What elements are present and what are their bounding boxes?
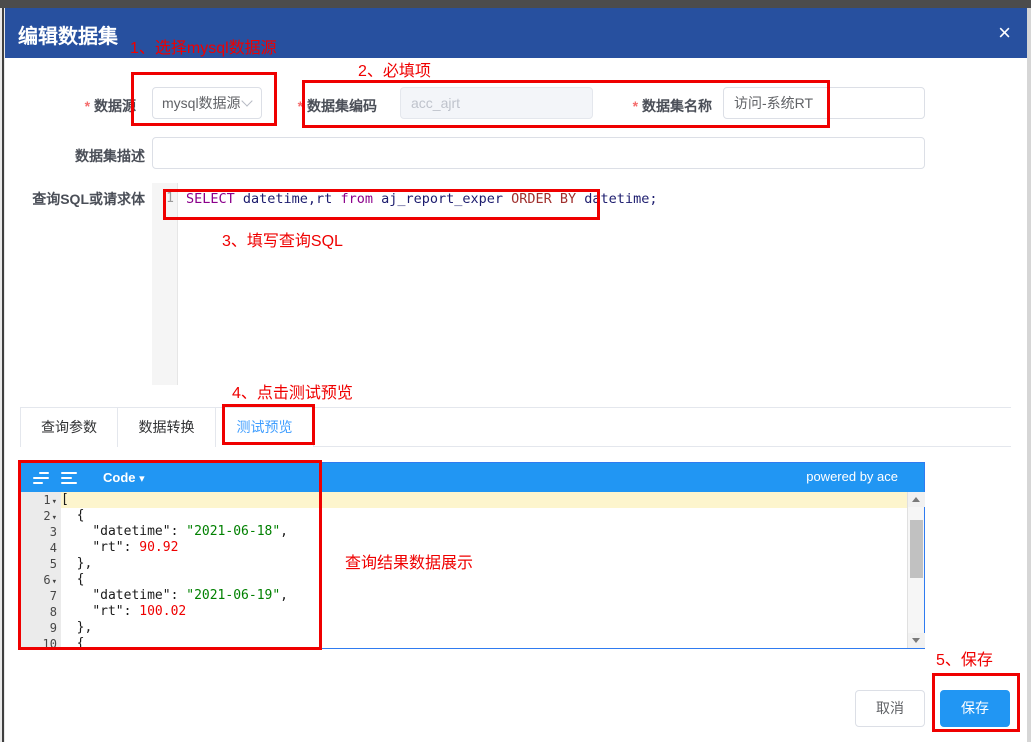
line-number: 7 <box>21 588 61 604</box>
sql-body-label: 查询SQL或请求体 <box>12 189 145 209</box>
json-editor-line[interactable]: 8 "rt": 100.02 <box>21 604 924 620</box>
sql-token: ORDER BY <box>511 191 576 207</box>
background-top-strip <box>0 0 1031 8</box>
annotation-step2: 2、必填项 <box>358 57 431 81</box>
background-left-sliver <box>0 8 5 742</box>
close-icon[interactable]: × <box>998 20 1011 46</box>
background-right-sliver <box>1027 8 1031 742</box>
line-content: "rt": 90.92 <box>61 540 924 556</box>
datasource-label: 数据源 <box>58 96 136 116</box>
sql-editor[interactable]: 1 SELECT datetime,rt from aj_report_expe… <box>152 183 925 385</box>
compact-json-icon[interactable] <box>33 470 49 486</box>
line-number: 10 <box>21 636 61 648</box>
json-editor-line[interactable]: 3 "datetime": "2021-06-18", <box>21 524 924 540</box>
line-number: 3 <box>21 524 61 540</box>
datasource-select[interactable]: mysql数据源 <box>152 87 262 119</box>
line-content: [ <box>61 492 924 508</box>
json-editor-line[interactable]: 1▾[ <box>21 492 924 508</box>
powered-by-ace-label: powered by ace <box>806 469 898 484</box>
scroll-down-icon[interactable] <box>908 633 925 648</box>
dataset-name-label: 数据集名称 <box>632 96 712 116</box>
line-content: "rt": 100.02 <box>61 604 924 620</box>
line-number: 2▾ <box>21 508 61 524</box>
annotation-step5: 5、保存 <box>936 646 993 670</box>
dataset-code-input[interactable] <box>400 87 593 119</box>
sql-code-line: SELECT datetime,rt from aj_report_exper … <box>186 191 657 207</box>
scrollbar-thumb[interactable] <box>910 520 923 578</box>
format-json-icon[interactable] <box>61 470 77 486</box>
json-editor-line[interactable]: 4 "rt": 90.92 <box>21 540 924 556</box>
dataset-description-input[interactable] <box>152 137 925 169</box>
sql-token: aj_report_exper <box>373 191 511 207</box>
caret-down-icon: ▾ <box>139 473 145 485</box>
sql-token: SELECT <box>186 191 235 207</box>
line-content: "datetime": "2021-06-19", <box>61 588 924 604</box>
sql-line-number: 1 <box>152 191 174 206</box>
chevron-down-icon <box>241 95 252 106</box>
json-editor-line[interactable]: 7 "datetime": "2021-06-19", <box>21 588 924 604</box>
result-json-editor: Code ▾ powered by ace 1▾[2▾ {3 "datetime… <box>20 462 925 649</box>
fold-arrow-icon[interactable]: ▾ <box>52 577 57 587</box>
datasource-select-value: mysql数据源 <box>153 93 243 113</box>
dataset-name-input[interactable] <box>723 87 925 119</box>
line-content: }, <box>61 556 924 572</box>
line-number: 8 <box>21 604 61 620</box>
fold-arrow-icon[interactable]: ▾ <box>52 497 57 507</box>
json-editor-body[interactable]: 1▾[2▾ {3 "datetime": "2021-06-18",4 "rt"… <box>21 492 924 648</box>
tab-item[interactable]: 查询参数 <box>20 408 118 447</box>
line-content: { <box>61 508 924 524</box>
save-button[interactable]: 保存 <box>940 690 1010 727</box>
fold-arrow-icon[interactable]: ▾ <box>52 513 57 523</box>
line-number: 6▾ <box>21 572 61 588</box>
line-number: 5 <box>21 556 61 572</box>
screen: 编辑数据集 × 数据源 mysql数据源 数据集编码 数据集名称 数据集描述 查… <box>0 0 1031 742</box>
line-content: { <box>61 636 924 648</box>
line-number: 4 <box>21 540 61 556</box>
json-editor-line[interactable]: 10 { <box>21 636 924 648</box>
sql-token: datetime; <box>576 191 657 207</box>
json-editor-line[interactable]: 9 }, <box>21 620 924 636</box>
scroll-up-icon[interactable] <box>908 492 925 507</box>
line-content: "datetime": "2021-06-18", <box>61 524 924 540</box>
mode-dropdown[interactable]: Code ▾ <box>103 470 145 485</box>
line-content: { <box>61 572 924 588</box>
tab-item[interactable]: 数据转换 <box>118 408 216 447</box>
modal-title: 编辑数据集 <box>18 20 118 49</box>
dataset-description-label: 数据集描述 <box>55 146 145 166</box>
line-number: 9 <box>21 620 61 636</box>
json-editor-line[interactable]: 5 }, <box>21 556 924 572</box>
preview-tabbar: 查询参数数据转换测试预览 <box>20 407 1011 447</box>
tab-item[interactable]: 测试预览 <box>216 408 314 447</box>
editor-scrollbar[interactable] <box>907 492 924 648</box>
line-content: }, <box>61 620 924 636</box>
mode-dropdown-label: Code <box>103 470 136 485</box>
dataset-code-label: 数据集编码 <box>297 96 377 116</box>
cancel-button[interactable]: 取消 <box>855 690 925 727</box>
modal-header: 编辑数据集 × <box>5 8 1027 58</box>
line-number: 1▾ <box>21 492 61 508</box>
sql-token: from <box>340 191 373 207</box>
json-editor-toolbar: Code ▾ powered by ace <box>21 463 924 492</box>
json-editor-line[interactable]: 2▾ { <box>21 508 924 524</box>
sql-editor-gutter <box>152 183 178 385</box>
sql-token: datetime,rt <box>235 191 341 207</box>
json-editor-line[interactable]: 6▾ { <box>21 572 924 588</box>
